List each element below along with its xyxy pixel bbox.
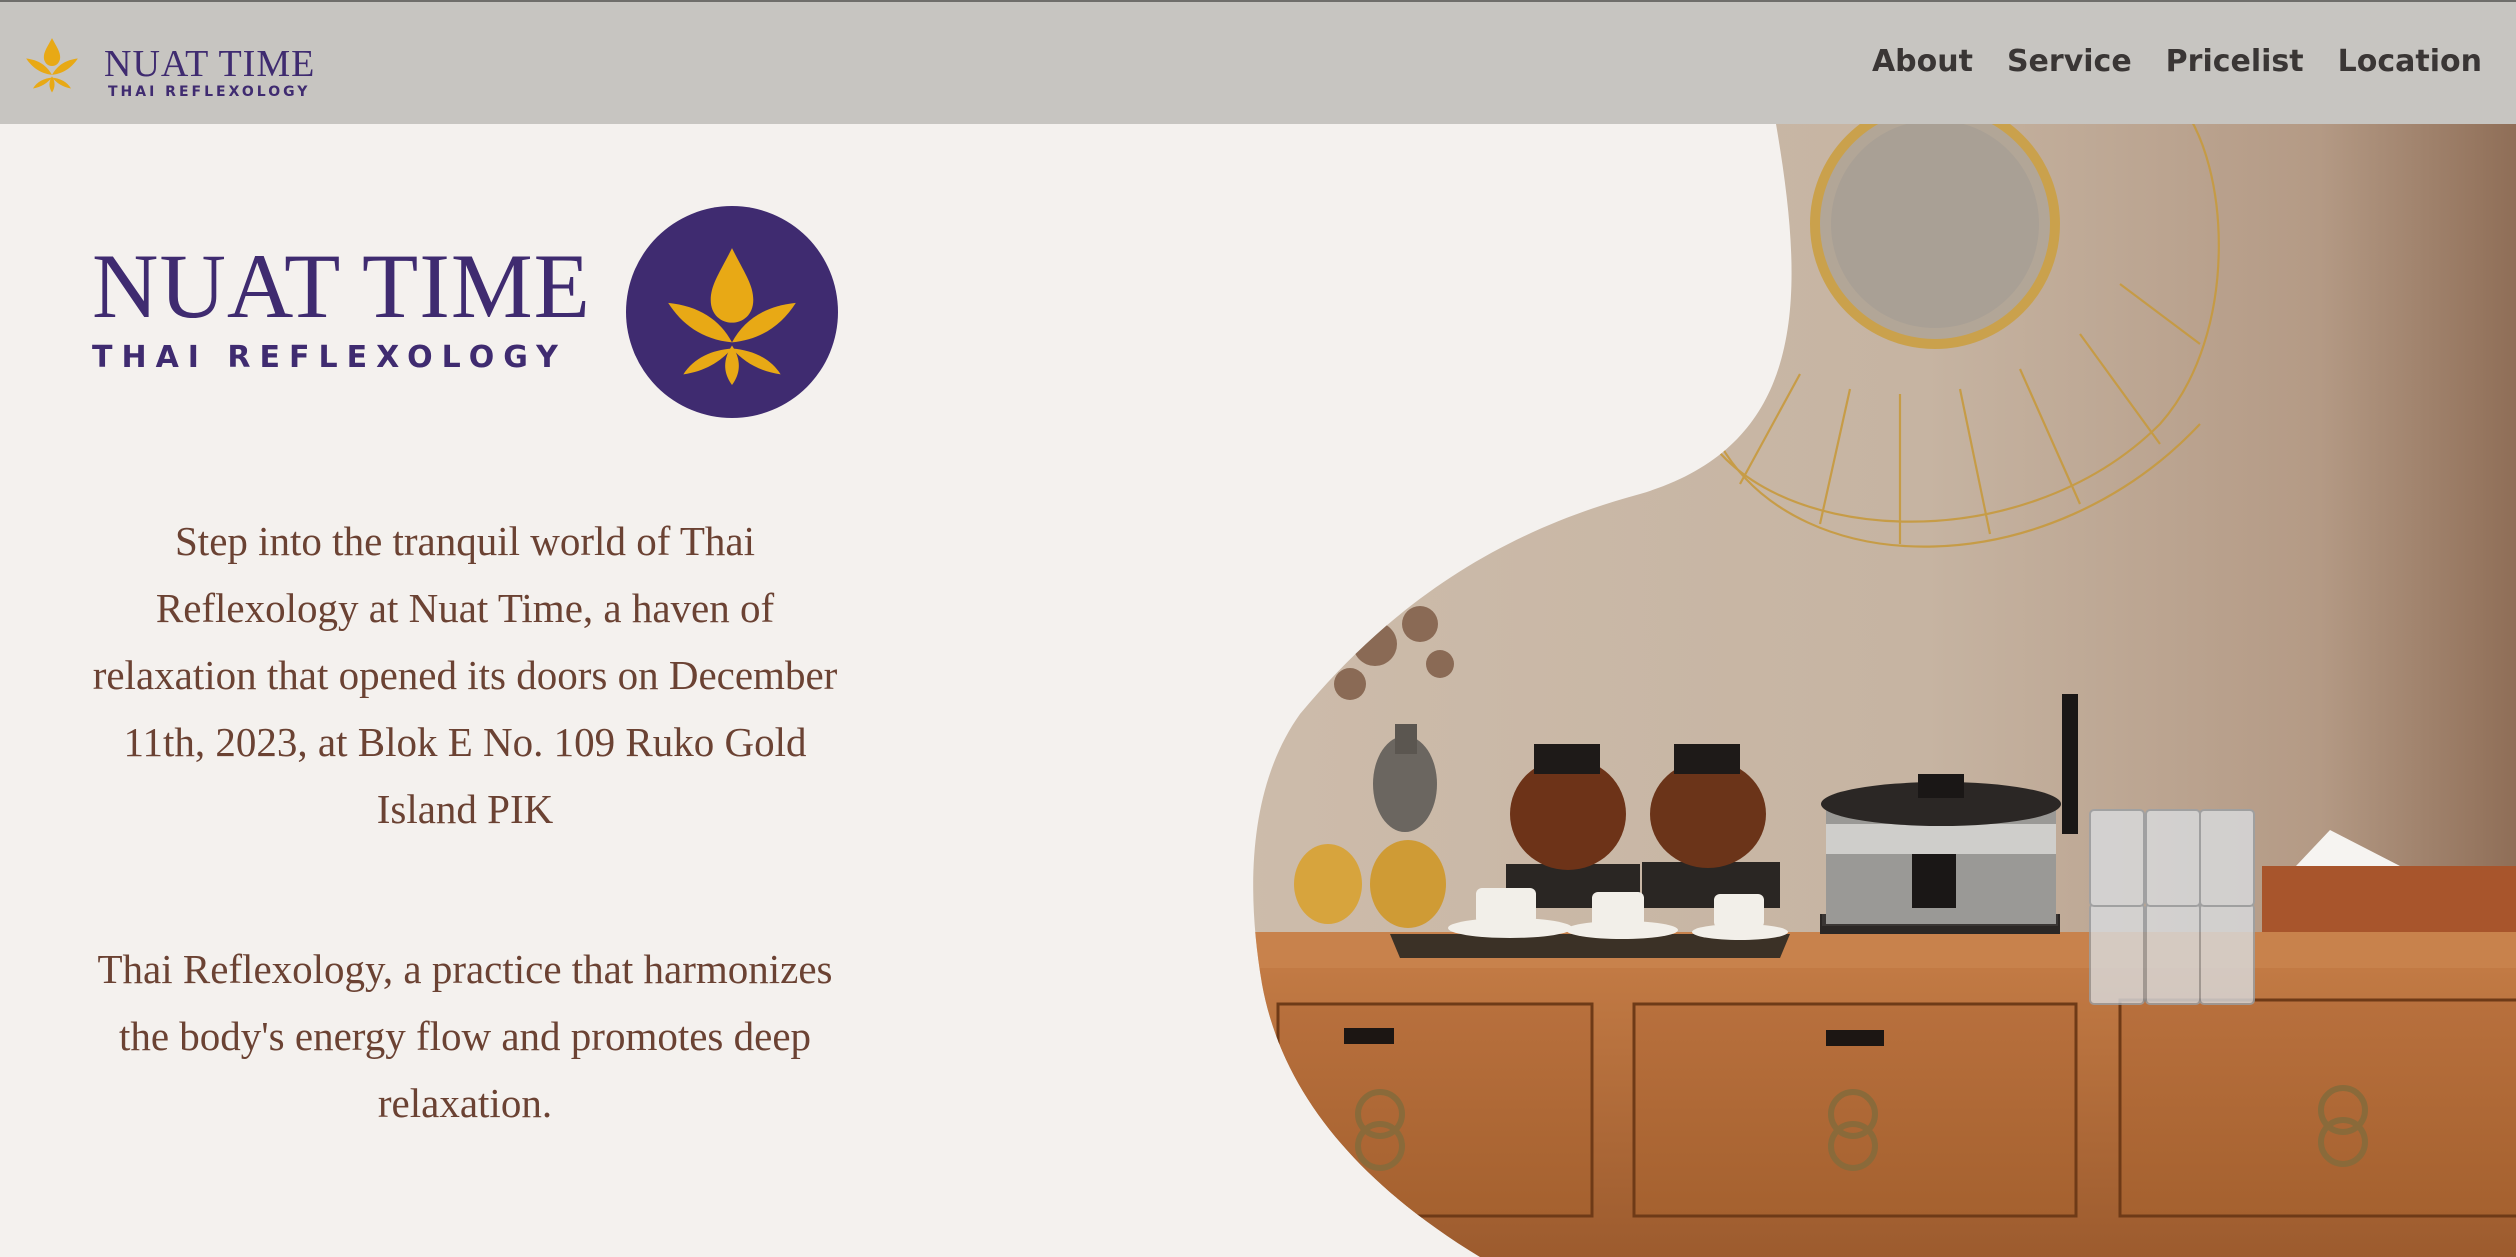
brand-tagline: THAI REFLEXOLOGY	[108, 84, 311, 100]
top-navbar: NUAT TIME THAI REFLEXOLOGY About Service…	[0, 0, 2516, 124]
hero-logo-name: NUAT TIME	[92, 235, 591, 337]
main-nav: About Service Pricelist Location	[1872, 44, 2482, 79]
nav-pricelist-link[interactable]: Pricelist	[2166, 44, 2304, 79]
nav-about-link[interactable]: About	[1872, 44, 1973, 79]
nav-location-link[interactable]: Location	[2338, 44, 2482, 79]
intro-paragraph: Step into the tranquil world of Thai Ref…	[92, 518, 838, 832]
hero-logo: NUAT TIME THAI REFLEXOLOGY	[92, 235, 591, 375]
hero-logo-tagline: THAI REFLEXOLOGY	[92, 340, 567, 375]
lotus-icon	[26, 38, 78, 93]
lotus-badge	[626, 206, 838, 418]
brand-name: NUAT TIME	[104, 43, 316, 85]
nav-service-link[interactable]: Service	[2007, 44, 2132, 79]
reflexology-paragraph: Thai Reflexology, a practice that harmon…	[97, 946, 833, 1126]
lotus-badge-icon	[668, 248, 796, 385]
